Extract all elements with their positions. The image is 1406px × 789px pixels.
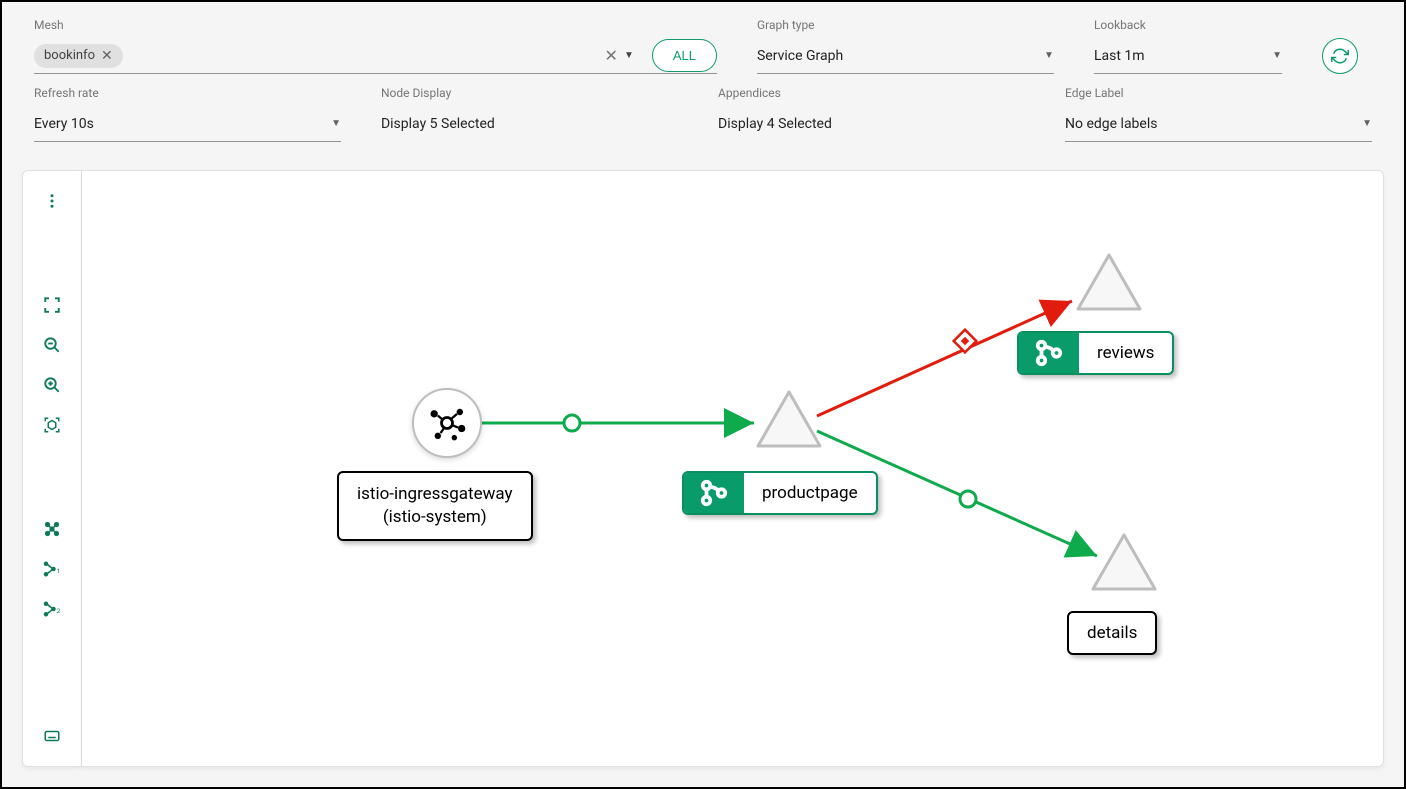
edge-marker-icon (564, 415, 580, 431)
zoom-in-button[interactable] (34, 367, 70, 403)
service-node-icon (752, 388, 826, 452)
toolbar: Mesh bookinfo ✕ ✕ ▼ ALL Graph type Se (2, 2, 1404, 150)
focus-button[interactable] (34, 407, 70, 443)
fit-icon (43, 296, 61, 314)
menu-button[interactable] (34, 183, 70, 219)
graph-sidebar: 1 2 (22, 170, 82, 767)
versioned-badge-icon (684, 473, 744, 513)
chip-remove-icon[interactable]: ✕ (101, 48, 113, 64)
node-ingress-line1: istio-ingressgateway (357, 483, 513, 506)
node-productpage-text: productpage (762, 483, 858, 503)
svg-text:2: 2 (57, 607, 61, 615)
node-productpage[interactable] (752, 388, 826, 452)
edge-marker-icon (960, 491, 976, 507)
graphtype-label: Graph type (757, 18, 1054, 32)
graph-edges (82, 171, 1383, 766)
graph-layout-1-icon: 1 (42, 560, 62, 578)
mesh-dropdown-icon[interactable]: ▼ (624, 50, 634, 61)
edgelabel-label: Edge Label (1065, 86, 1372, 100)
all-button[interactable]: ALL (652, 39, 717, 72)
fit-button[interactable] (34, 287, 70, 323)
edge-error-marker-inner-icon (961, 337, 969, 345)
service-node-icon (1087, 531, 1161, 595)
node-ingress-line2: (istio-system) (357, 506, 513, 529)
mesh-chip-label: bookinfo (44, 48, 95, 63)
edgelabel-dropdown[interactable]: No edge labels ▼ (1065, 106, 1372, 142)
node-ingress[interactable] (412, 388, 482, 458)
chevron-down-icon: ▼ (1044, 50, 1054, 61)
gateway-node-icon (412, 388, 482, 458)
layout-1-button[interactable] (34, 511, 70, 547)
lookback-dropdown[interactable]: Last 1m ▼ (1094, 38, 1282, 74)
refreshrate-dropdown[interactable]: Every 10s ▼ (34, 106, 341, 142)
zoom-out-icon (43, 336, 61, 354)
refresh-icon (1331, 47, 1349, 65)
node-reviews-text: reviews (1097, 343, 1154, 363)
node-productpage-label[interactable]: productpage (682, 471, 878, 515)
mesh-chip[interactable]: bookinfo ✕ (34, 44, 123, 68)
chevron-down-icon: ▼ (331, 118, 341, 129)
zoom-in-icon (43, 376, 61, 394)
edgelabel-value: No edge labels (1065, 116, 1157, 132)
nodedisplay-dropdown[interactable]: Display 5 Selected (381, 106, 678, 142)
refreshrate-value: Every 10s (34, 116, 94, 132)
mesh-label: Mesh (34, 18, 717, 32)
refresh-button[interactable] (1322, 38, 1358, 74)
focus-icon (43, 416, 61, 434)
lookback-value: Last 1m (1094, 48, 1145, 64)
graph-canvas[interactable]: istio-ingressgateway (istio-system) prod… (82, 170, 1384, 767)
graphtype-value: Service Graph (757, 48, 843, 64)
mesh-gateway-icon (425, 401, 469, 445)
graph-layout-icon (43, 520, 61, 538)
nodedisplay-value: Display 5 Selected (381, 116, 495, 132)
chevron-down-icon: ▼ (1272, 50, 1282, 61)
node-details[interactable] (1087, 531, 1161, 595)
layout-3-button[interactable]: 2 (34, 591, 70, 627)
node-ingress-label[interactable]: istio-ingressgateway (istio-system) (337, 471, 533, 541)
nodedisplay-label: Node Display (381, 86, 678, 100)
refreshrate-label: Refresh rate (34, 86, 341, 100)
dots-vertical-icon (43, 192, 61, 210)
layout-2-button[interactable]: 1 (34, 551, 70, 587)
lookback-label: Lookback (1094, 18, 1282, 32)
legend-icon (43, 727, 61, 745)
node-details-text: details (1087, 623, 1137, 643)
appendices-label: Appendices (718, 86, 1025, 100)
graph-layout-2-icon: 2 (42, 600, 62, 618)
mesh-selector[interactable]: bookinfo ✕ ✕ ▼ ALL (34, 38, 717, 74)
service-node-icon (1072, 251, 1146, 315)
versioned-badge-icon (1019, 333, 1079, 373)
node-details-label[interactable]: details (1067, 611, 1157, 655)
appendices-value: Display 4 Selected (718, 116, 832, 132)
clear-all-icon[interactable]: ✕ (605, 46, 618, 65)
node-reviews[interactable] (1072, 251, 1146, 315)
graphtype-dropdown[interactable]: Service Graph ▼ (757, 38, 1054, 74)
svg-text:1: 1 (57, 567, 61, 575)
appendices-dropdown[interactable]: Display 4 Selected (718, 106, 1025, 142)
node-reviews-label[interactable]: reviews (1017, 331, 1174, 375)
legend-button[interactable] (34, 718, 70, 754)
edge-error-marker-icon (954, 330, 977, 353)
chevron-down-icon: ▼ (1362, 118, 1372, 129)
zoom-out-button[interactable] (34, 327, 70, 363)
